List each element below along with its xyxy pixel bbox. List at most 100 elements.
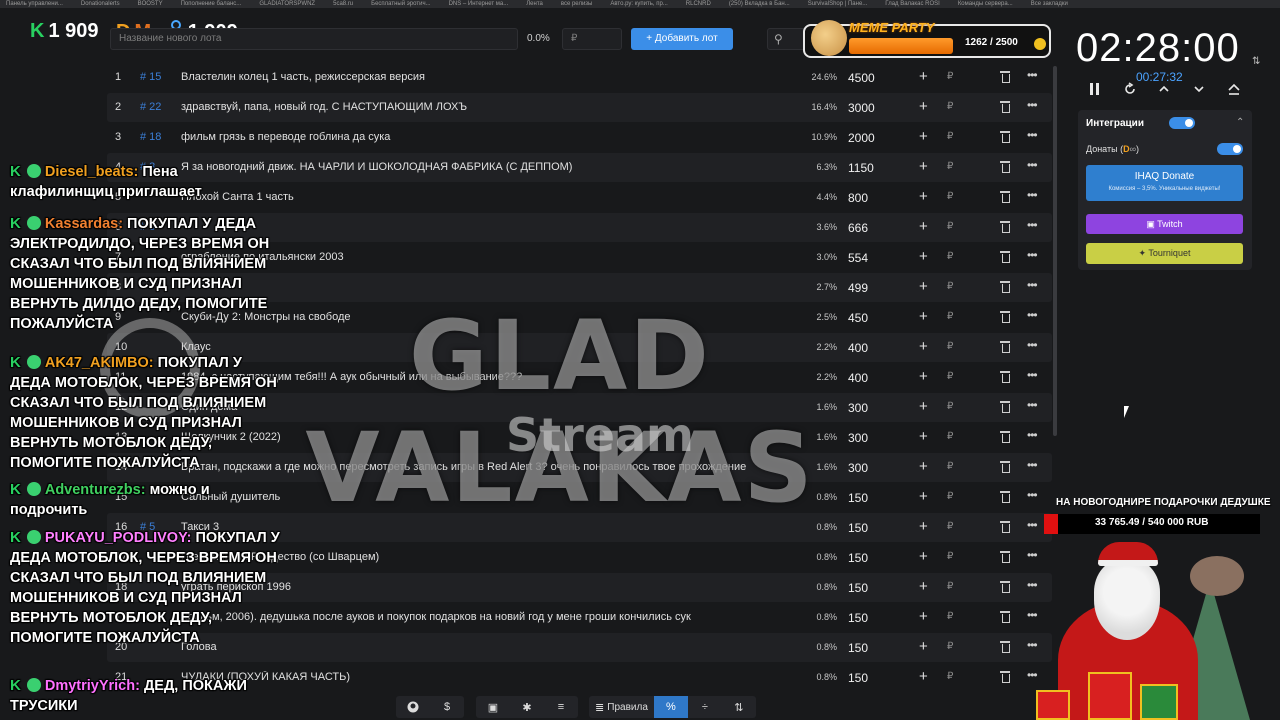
- bookmark-item[interactable]: Глад Валакас ROSI: [885, 0, 940, 8]
- dollar-icon[interactable]: $: [430, 696, 464, 718]
- trash-icon[interactable]: [1000, 611, 1010, 623]
- currency-icon[interactable]: ₽: [947, 551, 953, 562]
- currency-icon[interactable]: ₽: [947, 281, 953, 292]
- lot-name[interactable]: здравствуй, папа, новый год. С НАСТУПАЮЩ…: [181, 101, 796, 113]
- scrollbar[interactable]: [1053, 66, 1057, 436]
- add-amount-icon[interactable]: +: [919, 488, 928, 505]
- currency-icon[interactable]: ₽: [947, 101, 953, 112]
- trash-icon[interactable]: [1000, 581, 1010, 593]
- trash-icon[interactable]: [1000, 551, 1010, 563]
- bookmark-item[interactable]: все релизы: [561, 0, 593, 8]
- more-icon[interactable]: •••: [1027, 68, 1038, 82]
- percent-icon[interactable]: %: [653, 696, 688, 718]
- lot-row[interactable]: 1 # 15 Властелин колец 1 часть, режиссерск…: [107, 63, 1052, 92]
- add-amount-icon[interactable]: +: [919, 458, 928, 475]
- more-icon[interactable]: •••: [1027, 458, 1038, 472]
- bookmark-item[interactable]: RLCNRD: [686, 0, 711, 8]
- sort-icon[interactable]: ⇅: [722, 696, 756, 718]
- lot-name[interactable]: Властелин колец 1 часть, режиссерская ве…: [181, 71, 796, 83]
- bookmark-item[interactable]: (250) Вкладка в Бан...: [729, 0, 790, 8]
- add-amount-icon[interactable]: +: [919, 248, 928, 265]
- add-amount-icon[interactable]: +: [919, 218, 928, 235]
- lot-id-link[interactable]: # 15: [140, 71, 161, 83]
- lot-name-input[interactable]: Название нового лота: [110, 28, 518, 50]
- currency-icon[interactable]: ₽: [947, 431, 953, 442]
- currency-icon[interactable]: ₽: [947, 611, 953, 622]
- add-amount-icon[interactable]: +: [919, 98, 928, 115]
- currency-icon[interactable]: ₽: [947, 491, 953, 502]
- add-amount-icon[interactable]: +: [919, 338, 928, 355]
- collapse-icon[interactable]: ⌃: [1236, 117, 1244, 128]
- more-icon[interactable]: •••: [1027, 308, 1038, 322]
- trash-icon[interactable]: [1000, 101, 1010, 113]
- bookmark-item[interactable]: SurvivalShop | Пане...: [808, 0, 868, 8]
- currency-icon[interactable]: ₽: [947, 221, 953, 232]
- bookmark-item[interactable]: DNS – Интернет ма...: [449, 0, 509, 8]
- integrations-toggle[interactable]: [1169, 117, 1195, 129]
- more-icon[interactable]: •••: [1027, 518, 1038, 532]
- list-icon[interactable]: ≡: [544, 696, 578, 718]
- bookmark-item[interactable]: Все закладки: [1031, 0, 1068, 8]
- more-icon[interactable]: •••: [1027, 188, 1038, 202]
- pause-icon[interactable]: [1089, 82, 1101, 100]
- split-icon[interactable]: ÷: [688, 696, 722, 718]
- currency-icon[interactable]: ₽: [947, 521, 953, 532]
- rules-button[interactable]: ≣ Правила: [589, 696, 654, 718]
- bookmark-item[interactable]: Авто.ру: купить, пр...: [610, 0, 667, 8]
- donations-toggle[interactable]: [1217, 143, 1243, 155]
- bookmark-item[interactable]: BOOSTY: [138, 0, 163, 8]
- trash-icon[interactable]: [1000, 71, 1010, 83]
- github-icon[interactable]: [396, 696, 430, 718]
- bug-icon[interactable]: ✱: [510, 696, 544, 718]
- twitch-button[interactable]: ▣ Twitch: [1086, 214, 1243, 234]
- trash-icon[interactable]: [1000, 131, 1010, 143]
- add-amount-icon[interactable]: +: [919, 668, 928, 685]
- trash-icon[interactable]: [1000, 371, 1010, 383]
- add-amount-icon[interactable]: +: [919, 128, 928, 145]
- more-icon[interactable]: •••: [1027, 488, 1038, 502]
- add-amount-icon[interactable]: +: [919, 158, 928, 175]
- trash-icon[interactable]: [1000, 431, 1010, 443]
- currency-icon[interactable]: ₽: [947, 131, 953, 142]
- timer-expand-icon[interactable]: ⇅: [1252, 56, 1266, 70]
- bookmark-item[interactable]: Лента: [526, 0, 543, 8]
- more-icon[interactable]: •••: [1027, 248, 1038, 262]
- more-icon[interactable]: •••: [1027, 218, 1038, 232]
- more-icon[interactable]: •••: [1027, 128, 1038, 142]
- more-icon[interactable]: •••: [1027, 578, 1038, 592]
- add-amount-icon[interactable]: +: [919, 608, 928, 625]
- trash-icon[interactable]: [1000, 641, 1010, 653]
- chevron-down-icon[interactable]: [1193, 82, 1205, 100]
- lot-row[interactable]: 2 # 22 здравствуй, папа, новый год. С НАСТ…: [107, 93, 1052, 122]
- trash-icon[interactable]: [1000, 191, 1010, 203]
- restart-icon[interactable]: [1123, 82, 1137, 100]
- bookmark-item[interactable]: Бесплатный эротич...: [371, 0, 430, 8]
- add-amount-icon[interactable]: +: [919, 398, 928, 415]
- trash-icon[interactable]: [1000, 521, 1010, 533]
- more-icon[interactable]: •••: [1027, 638, 1038, 652]
- add-amount-icon[interactable]: +: [919, 68, 928, 85]
- more-icon[interactable]: •••: [1027, 368, 1038, 382]
- bookmark-item[interactable]: Donationalerts: [81, 0, 120, 8]
- lot-name[interactable]: фильм грязь в переводе гоблина да сука: [181, 131, 796, 143]
- trash-icon[interactable]: [1000, 251, 1010, 263]
- add-amount-icon[interactable]: +: [919, 578, 928, 595]
- lot-id-link[interactable]: # 18: [140, 131, 161, 143]
- lot-id-link[interactable]: # 22: [140, 101, 161, 113]
- more-icon[interactable]: •••: [1027, 278, 1038, 292]
- trash-icon[interactable]: [1000, 671, 1010, 683]
- trash-icon[interactable]: [1000, 341, 1010, 353]
- bookmark-item[interactable]: Пополнение баланс...: [181, 0, 242, 8]
- lot-name[interactable]: Клаус: [181, 341, 796, 353]
- currency-icon[interactable]: ₽: [947, 251, 953, 262]
- lot-amount-input[interactable]: ₽: [562, 28, 622, 50]
- more-icon[interactable]: •••: [1027, 398, 1038, 412]
- currency-icon[interactable]: ₽: [947, 461, 953, 472]
- trash-icon[interactable]: [1000, 311, 1010, 323]
- trash-icon[interactable]: [1000, 281, 1010, 293]
- more-icon[interactable]: •••: [1027, 98, 1038, 112]
- lot-row[interactable]: 3 # 18 фильм грязь в переводе гоблина да с…: [107, 123, 1052, 152]
- bookmark-item[interactable]: GLADIATORSPWNZ: [259, 0, 315, 8]
- save-icon[interactable]: ▣: [476, 696, 510, 718]
- add-amount-icon[interactable]: +: [919, 278, 928, 295]
